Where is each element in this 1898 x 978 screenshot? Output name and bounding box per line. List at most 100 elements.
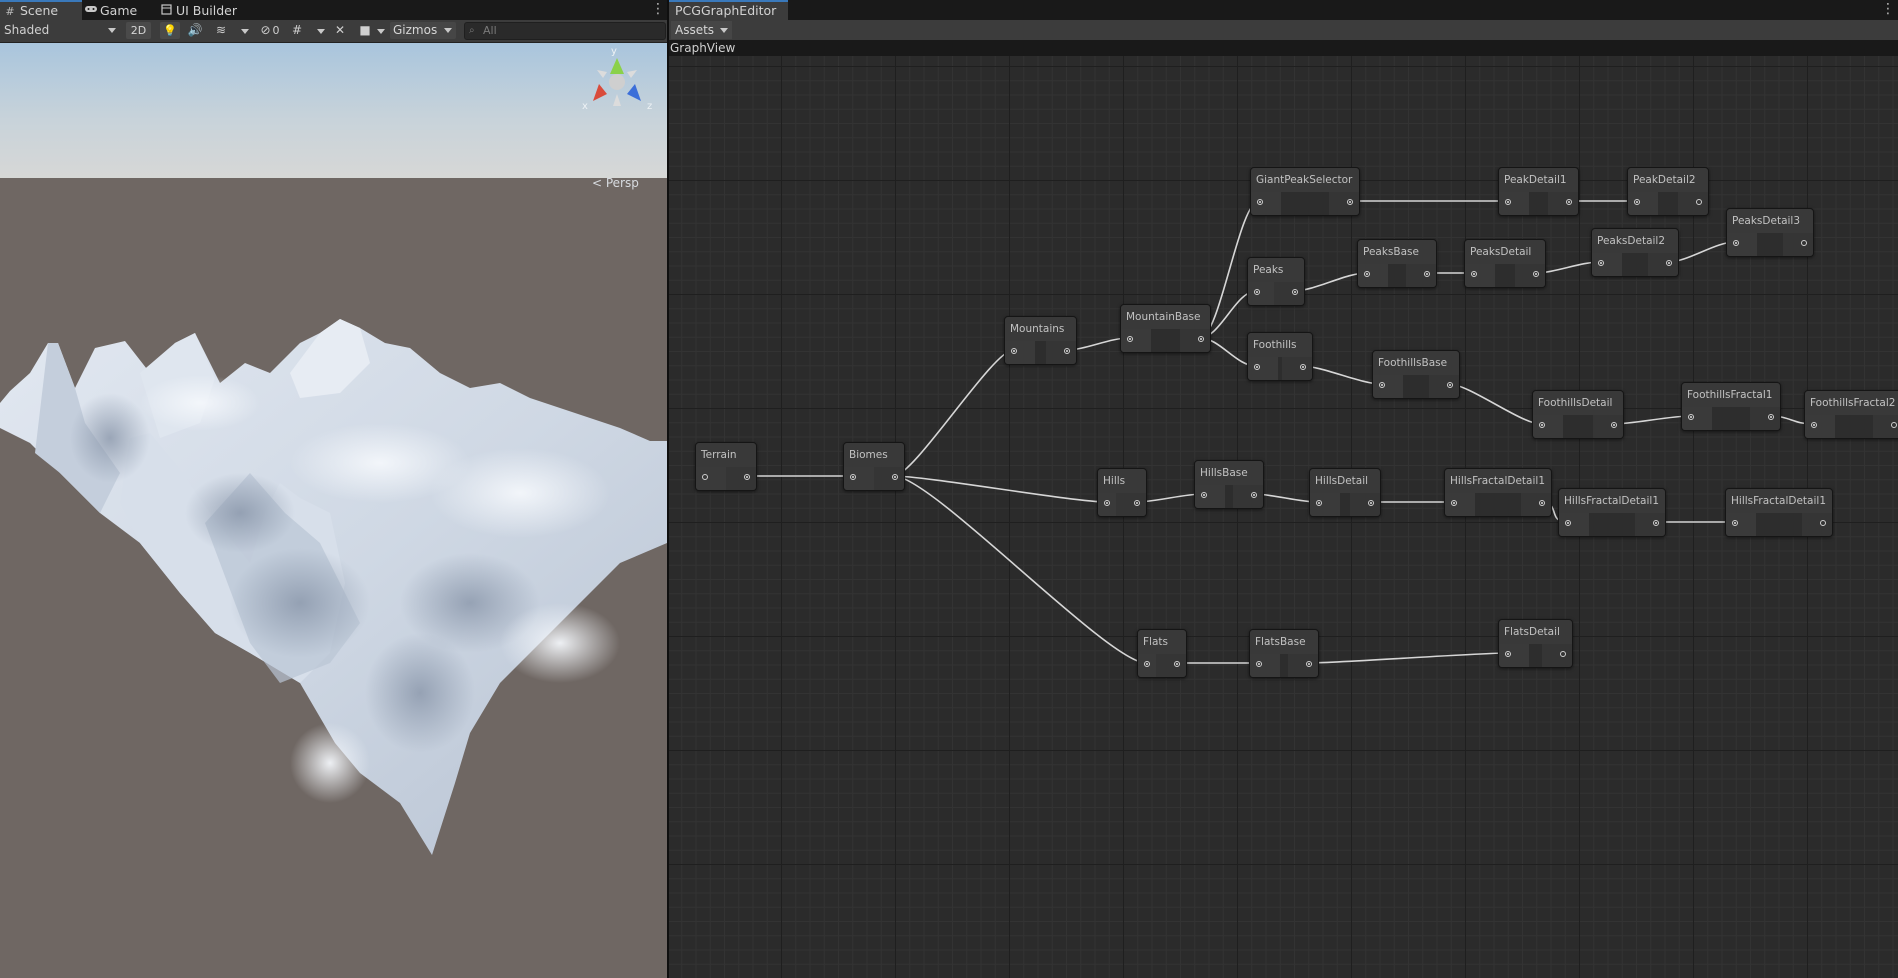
lighting-toggle-button[interactable]: 💡 xyxy=(160,22,180,39)
graph-node-flats[interactable]: Flats xyxy=(1137,629,1187,678)
input-port-icon[interactable] xyxy=(1379,382,1385,388)
graph-edge-biomes-mountains[interactable] xyxy=(893,349,1014,477)
graph-node-hillsdetail[interactable]: HillsDetail xyxy=(1309,468,1381,517)
graph-node-peaksdetail2[interactable]: PeaksDetail2 xyxy=(1591,228,1679,277)
output-port-icon[interactable] xyxy=(1306,661,1312,667)
gizmo-y-cone-icon[interactable] xyxy=(610,58,624,74)
graph-node-hillsfractaldetail1c[interactable]: HillsFractalDetail1 xyxy=(1725,488,1833,537)
graph-edge-foothills-foothillsbase[interactable] xyxy=(1301,365,1382,385)
graph-edge-biomes-hills[interactable] xyxy=(893,475,1107,503)
output-port-icon[interactable] xyxy=(1566,199,1572,205)
shading-mode-dropdown[interactable]: Shaded xyxy=(4,22,116,39)
graph-node-peaks[interactable]: Peaks xyxy=(1247,257,1305,306)
graph-more-menu-icon[interactable]: ⋮ xyxy=(1881,2,1895,16)
graph-canvas[interactable]: Terrain Biomes Mountains MountainBase GiantP… xyxy=(669,56,1898,978)
output-port-icon[interactable] xyxy=(1539,500,1545,506)
output-port-icon[interactable] xyxy=(1174,661,1180,667)
output-port-icon[interactable] xyxy=(1768,414,1774,420)
input-port-icon[interactable] xyxy=(1598,260,1604,266)
graph-node-foothillsdetail[interactable]: FoothillsDetail xyxy=(1532,390,1624,439)
graph-node-peakdetail2[interactable]: PeakDetail2 xyxy=(1627,167,1709,216)
graph-node-peaksdetail3[interactable]: PeaksDetail3 xyxy=(1726,208,1814,257)
output-port-icon[interactable] xyxy=(1820,520,1826,526)
projection-toggle-label[interactable]: < Persp xyxy=(592,176,639,190)
graph-node-peakdetail1[interactable]: PeakDetail1 xyxy=(1498,167,1579,216)
gizmo-x-cone-icon[interactable] xyxy=(593,84,607,101)
scene-search-input[interactable]: ⌕ All xyxy=(464,22,666,40)
output-port-icon[interactable] xyxy=(1533,271,1539,277)
graph-node-foothillsfractal2[interactable]: FoothillsFractal2 xyxy=(1804,390,1898,439)
graph-node-hillsfractaldetail1[interactable]: HillsFractalDetail1 xyxy=(1444,468,1552,517)
input-port-icon[interactable] xyxy=(1505,199,1511,205)
gizmo-z-cone-icon[interactable] xyxy=(627,84,641,101)
graph-node-hills[interactable]: Hills xyxy=(1097,468,1147,517)
output-port-icon[interactable] xyxy=(892,474,898,480)
graph-node-hillsbase[interactable]: HillsBase xyxy=(1194,460,1264,509)
graph-node-foothills[interactable]: Foothills xyxy=(1247,332,1313,381)
graph-node-mountains[interactable]: Mountains xyxy=(1004,316,1077,365)
output-port-icon[interactable] xyxy=(1611,422,1617,428)
input-port-icon[interactable] xyxy=(1011,348,1017,354)
input-port-icon[interactable] xyxy=(1257,199,1263,205)
input-port-icon[interactable] xyxy=(1254,364,1260,370)
input-port-icon[interactable] xyxy=(1539,422,1545,428)
graph-edge-flatsbase-flatsdetail[interactable] xyxy=(1307,652,1508,664)
camera-icon[interactable]: ■ xyxy=(357,23,373,38)
output-port-icon[interactable] xyxy=(1560,651,1566,657)
input-port-icon[interactable] xyxy=(1565,520,1571,526)
graph-node-biomes[interactable]: Biomes xyxy=(843,442,905,491)
output-port-icon[interactable] xyxy=(1447,382,1453,388)
output-port-icon[interactable] xyxy=(1347,199,1353,205)
input-port-icon[interactable] xyxy=(1256,661,1262,667)
output-port-icon[interactable] xyxy=(1653,520,1659,526)
input-port-icon[interactable] xyxy=(1505,651,1511,657)
output-port-icon[interactable] xyxy=(1134,500,1140,506)
output-port-icon[interactable] xyxy=(1292,289,1298,295)
graph-edge-foothillsbase-foothillsdetail[interactable] xyxy=(1448,383,1542,425)
output-port-icon[interactable] xyxy=(1251,492,1257,498)
input-port-icon[interactable] xyxy=(1364,271,1370,277)
input-port-icon[interactable] xyxy=(1634,199,1640,205)
output-port-icon[interactable] xyxy=(1666,260,1672,266)
graph-node-mountainbase[interactable]: MountainBase xyxy=(1120,304,1211,353)
camera-dropdown-icon[interactable] xyxy=(373,23,389,38)
output-port-icon[interactable] xyxy=(1064,348,1070,354)
grid-dropdown-icon[interactable] xyxy=(313,23,329,38)
visibility-toggle-icon[interactable]: ⊘ 0 xyxy=(255,23,285,38)
effects-dropdown-icon[interactable] xyxy=(237,23,253,38)
tab-pcg-graph-editor[interactable]: PCGGraphEditor xyxy=(669,0,788,20)
input-port-icon[interactable] xyxy=(1471,271,1477,277)
output-port-icon[interactable] xyxy=(1696,199,1702,205)
gizmo-center-cube-icon[interactable] xyxy=(609,74,625,90)
input-port-icon[interactable] xyxy=(1104,500,1110,506)
input-port-icon[interactable] xyxy=(1811,422,1817,428)
orientation-gizmo[interactable] xyxy=(577,46,657,126)
scene-more-menu-icon[interactable]: ⋮ xyxy=(651,2,665,16)
graph-node-terrain[interactable]: Terrain xyxy=(695,442,757,491)
graph-node-peaksbase[interactable]: PeaksBase xyxy=(1357,239,1437,288)
output-port-icon[interactable] xyxy=(1300,364,1306,370)
output-port-icon[interactable] xyxy=(1801,240,1807,246)
input-port-icon[interactable] xyxy=(1451,500,1457,506)
graph-node-hillsfractaldetail1b[interactable]: HillsFractalDetail1 xyxy=(1558,488,1666,537)
input-port-icon[interactable] xyxy=(702,474,708,480)
grid-snap-icon[interactable]: # xyxy=(289,23,305,38)
graph-node-flatsdetail[interactable]: FlatsDetail xyxy=(1498,619,1573,668)
toggle-2d-button[interactable]: 2D xyxy=(126,22,151,39)
gizmos-button[interactable]: Gizmos xyxy=(390,22,456,39)
input-port-icon[interactable] xyxy=(1316,500,1322,506)
input-port-icon[interactable] xyxy=(1733,240,1739,246)
graph-node-foothillsfractal1[interactable]: FoothillsFractal1 xyxy=(1681,382,1781,431)
output-port-icon[interactable] xyxy=(1424,271,1430,277)
output-port-icon[interactable] xyxy=(1198,336,1204,342)
input-port-icon[interactable] xyxy=(850,474,856,480)
tab-ui-builder[interactable]: UI Builder xyxy=(156,0,266,20)
input-port-icon[interactable] xyxy=(1732,520,1738,526)
scene-viewport[interactable]: y x z < Persp xyxy=(0,43,667,978)
output-port-icon[interactable] xyxy=(1891,422,1897,428)
output-port-icon[interactable] xyxy=(744,474,750,480)
assets-menu-button[interactable]: Assets xyxy=(671,21,732,39)
effects-toggle-icon[interactable]: ≋ xyxy=(213,23,229,38)
input-port-icon[interactable] xyxy=(1688,414,1694,420)
input-port-icon[interactable] xyxy=(1127,336,1133,342)
